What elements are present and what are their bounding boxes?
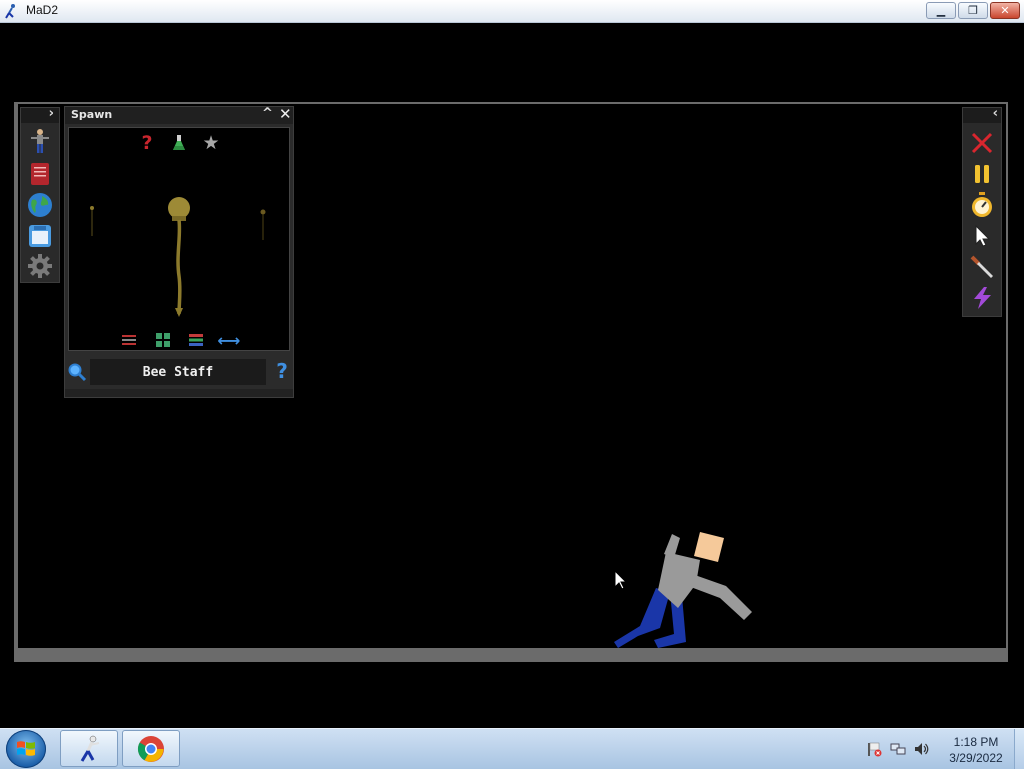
lightning-icon[interactable] <box>968 284 996 312</box>
clock-time: 1:18 PM <box>953 735 999 749</box>
windows-logo-icon <box>17 741 35 756</box>
catalog-book-icon[interactable] <box>26 160 54 188</box>
minimize-button[interactable]: ▁ <box>926 2 956 19</box>
show-desktop-button[interactable] <box>1014 729 1024 769</box>
close-window-button[interactable]: ✕ <box>990 2 1020 19</box>
previous-item-thumb[interactable] <box>89 204 95 238</box>
stopwatch-icon[interactable] <box>968 191 996 219</box>
search-icon[interactable] <box>67 362 87 382</box>
collapse-panel-button[interactable]: ^ <box>262 106 273 121</box>
item-preview: ? ★ ⟷ <box>68 127 290 351</box>
spawn-panel-title: Spawn <box>71 108 113 121</box>
chrome-icon <box>137 736 164 762</box>
taskbar-item-chrome[interactable] <box>122 730 180 767</box>
grid-view-icon[interactable] <box>153 332 173 348</box>
next-item-thumb[interactable] <box>259 208 267 242</box>
mad2-app-icon <box>80 735 100 762</box>
system-clock[interactable]: 1:18 PM 3/29/2022 <box>936 734 1016 766</box>
taskbar-item-mad2[interactable] <box>60 730 118 767</box>
knife-icon[interactable] <box>968 253 996 281</box>
start-button[interactable] <box>6 730 46 768</box>
window-title: MaD2 <box>26 3 59 17</box>
window-titlebar: MaD2 ▁ ❐ ✕ <box>0 0 1024 23</box>
left-toolbar-header: › <box>21 106 59 123</box>
pause-icon[interactable] <box>968 160 996 188</box>
save-disk-icon[interactable] <box>26 222 54 250</box>
restore-button[interactable]: ❐ <box>958 2 988 19</box>
cursor-pointer-icon[interactable] <box>968 222 996 250</box>
character-icon[interactable] <box>26 127 54 155</box>
network-icon[interactable] <box>890 741 906 757</box>
ragdoll-character[interactable] <box>608 524 758 650</box>
app-icon <box>4 3 18 19</box>
sort-icon[interactable] <box>119 332 139 348</box>
bee-staff-preview <box>168 197 190 317</box>
list-view-icon[interactable] <box>186 332 206 348</box>
spawn-panel: Spawn ^ ✕ ? ★ ⟷ Bee Staff ? <box>64 105 294 398</box>
delete-x-icon[interactable] <box>968 129 996 157</box>
right-toolbar-header: ‹ <box>963 106 1001 123</box>
left-toolbar: › <box>20 106 60 283</box>
spawn-panel-footer <box>65 389 293 397</box>
help-icon[interactable]: ? <box>136 132 158 154</box>
right-toolbar: ‹ <box>962 106 1002 317</box>
selected-item-name[interactable]: Bee Staff <box>90 359 266 385</box>
item-help-icon[interactable]: ? <box>273 359 291 383</box>
collapse-toolbar-button[interactable]: ‹ <box>993 106 998 121</box>
mouse-cursor <box>614 570 628 590</box>
expand-toolbar-button[interactable]: › <box>49 106 54 121</box>
flask-icon[interactable] <box>168 132 190 154</box>
action-center-flag-icon[interactable] <box>866 741 882 757</box>
star-icon[interactable]: ★ <box>200 132 222 154</box>
taskbar: 1:18 PM 3/29/2022 <box>0 728 1024 769</box>
swap-icon[interactable]: ⟷ <box>218 331 241 350</box>
clock-date: 3/29/2022 <box>949 751 1003 765</box>
volume-icon[interactable] <box>914 741 930 757</box>
close-panel-button[interactable]: ✕ <box>279 105 292 123</box>
settings-gear-icon[interactable] <box>26 252 54 280</box>
spawn-panel-header: Spawn ^ ✕ <box>65 105 293 124</box>
globe-icon[interactable] <box>26 191 54 219</box>
